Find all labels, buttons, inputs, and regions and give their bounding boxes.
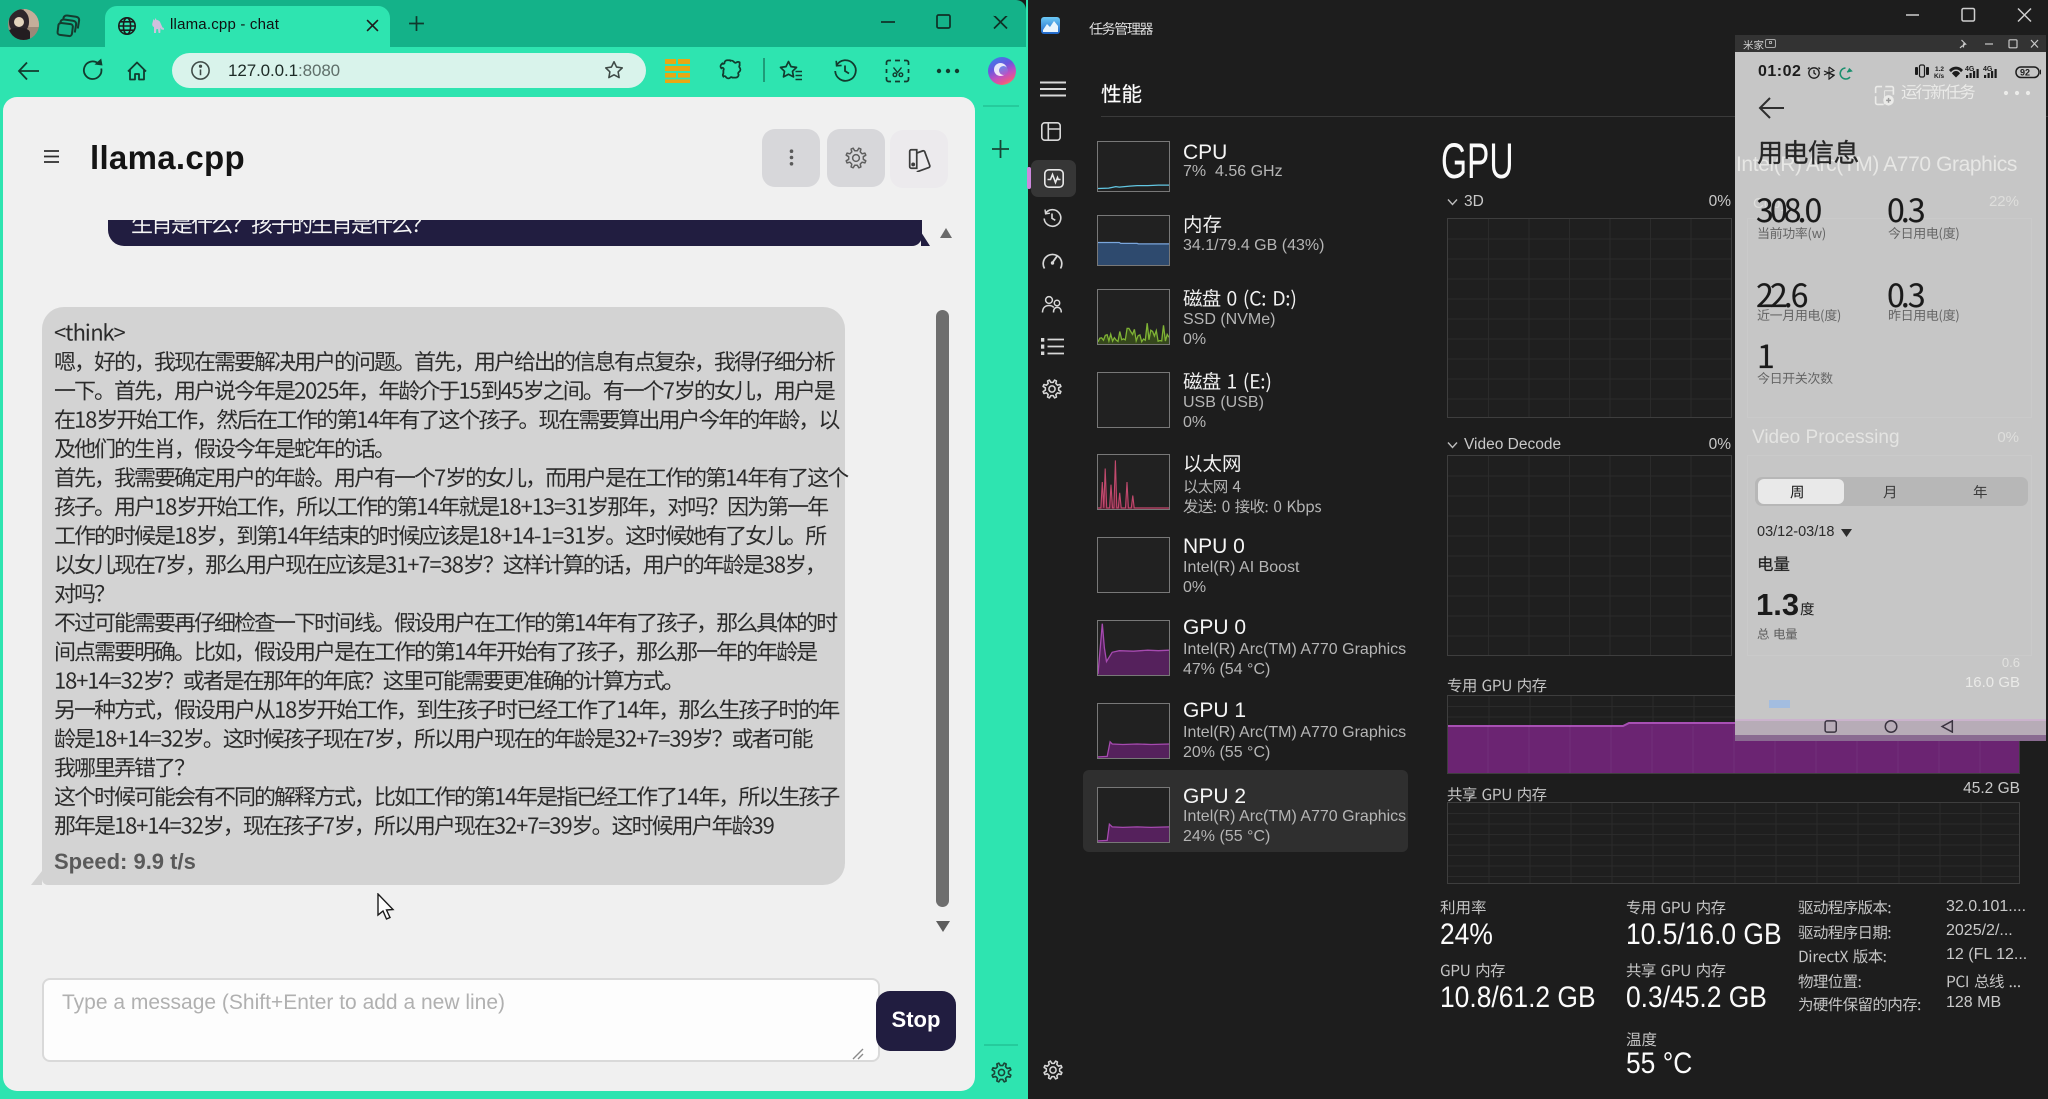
svg-text:92: 92 (2020, 68, 2030, 78)
svg-text:K/s: K/s (1934, 73, 1945, 80)
svg-text:1.2: 1.2 (1935, 66, 1944, 73)
